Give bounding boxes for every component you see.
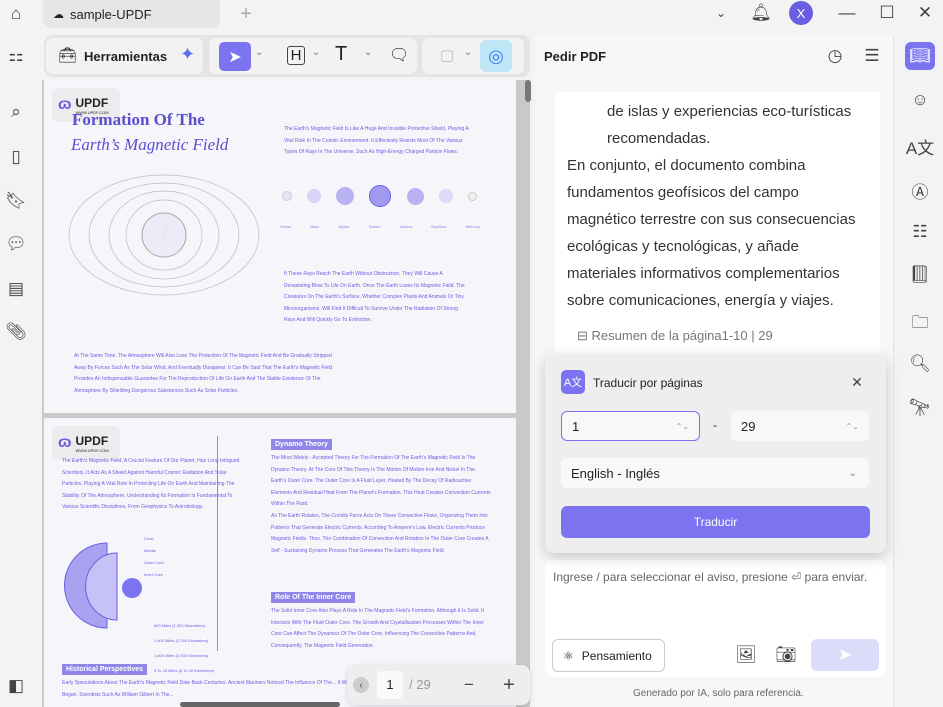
- comment-icon[interactable]: 💬︎: [4, 232, 28, 256]
- maximize-button[interactable]: ☐: [876, 2, 898, 24]
- language-select[interactable]: English - Inglés ⌄: [561, 458, 869, 488]
- ai-sparkle-icon[interactable]: ✦: [180, 44, 195, 65]
- planet-labels: Venus Mars Jupiter Saturn Uranus Neptune Mercu…: [280, 224, 480, 229]
- layer-labels: Crust Mantle Outer Core Inner Core: [144, 536, 164, 577]
- edit-group: ➤ ⌄ H ⌄ T ⌄ 🗨︎: [209, 38, 417, 74]
- chat-input-box[interactable]: Ingrese / para seleccionar el aviso, pre…: [545, 560, 886, 677]
- section-heading: Role Of The Inner Core: [271, 586, 356, 604]
- text-tool-icon[interactable]: T: [335, 43, 347, 66]
- range-separator: -: [713, 418, 717, 432]
- translate-pages-dialog: A文 Traducir por páginas ✕ 1 ⌃⌄ - 29 ⌃⌄ Eng…: [545, 354, 886, 553]
- new-tab-button[interactable]: +: [234, 2, 258, 26]
- horizontal-scrollbar[interactable]: [180, 702, 340, 707]
- translate-button[interactable]: Traducir: [561, 506, 870, 538]
- translate-icon: A文: [561, 370, 585, 394]
- chevron-down-icon[interactable]: ⌄: [312, 47, 320, 58]
- chat-input-placeholder[interactable]: Ingrese / para seleccionar el aviso, pre…: [553, 570, 867, 584]
- apps-icon[interactable]: ⚏: [4, 44, 28, 68]
- toolbox-icon: 🧰︎: [58, 47, 78, 64]
- summary-icon: ⊟: [577, 328, 592, 343]
- chevron-down-icon: ⌄: [848, 467, 857, 479]
- earth-layers-diagram: [64, 542, 142, 629]
- home-icon[interactable]: ⌂: [4, 2, 28, 26]
- avatar[interactable]: X: [789, 1, 813, 25]
- chevron-down-icon[interactable]: ⌄: [710, 2, 732, 24]
- summarize-icon[interactable]: ☷: [897, 222, 943, 242]
- vertical-scrollbar[interactable]: [525, 80, 531, 102]
- send-button[interactable]: ➤: [811, 639, 879, 671]
- attachment-list-icon[interactable]: ▤: [4, 277, 28, 301]
- previous-page-button[interactable]: ‹: [353, 677, 369, 693]
- bell-icon[interactable]: 🔔︎: [750, 2, 772, 24]
- summary-reference[interactable]: ⊟ Resumen de la página1-10 | 29: [567, 322, 868, 349]
- magnetic-field-diagram: [68, 174, 260, 296]
- settings-sliders-icon[interactable]: ☰: [861, 45, 883, 67]
- dialog-title: Traducir por páginas: [593, 376, 703, 390]
- page-navigator: ‹ 1 / 29 − +: [347, 665, 530, 705]
- extra-group: ▢ ⌄ ◎: [422, 38, 524, 74]
- minimize-button[interactable]: —: [836, 2, 858, 24]
- document-tab[interactable]: ☁ sample-UPDF: [43, 0, 220, 28]
- select-tool-button[interactable]: ➤: [219, 42, 251, 71]
- ai-search-icon[interactable]: 🔍︎: [897, 354, 943, 374]
- close-icon[interactable]: ✕: [847, 372, 867, 392]
- stamp-icon[interactable]: ▢: [440, 46, 454, 64]
- paperclip-icon[interactable]: 📎︎: [4, 320, 28, 344]
- divider: [217, 436, 218, 651]
- knowledge-book-icon[interactable]: 📕︎: [897, 265, 943, 285]
- ask-pdf-icon[interactable]: 📖︎: [905, 42, 935, 70]
- translate-text-icon[interactable]: A文: [897, 134, 943, 159]
- pdf-page-2: ɷ UPDF WWW.UPDF.COM The Earth's Magnetic F…: [44, 418, 516, 707]
- cloud-icon: ☁: [53, 8, 64, 21]
- comment-tool-icon[interactable]: 🗨︎: [389, 45, 409, 65]
- chevron-down-icon[interactable]: ⌄: [364, 47, 372, 58]
- image-ai-icon[interactable]: 🖼︎: [735, 644, 757, 666]
- page-subtitle: Earth’s Magnetic Field: [71, 135, 229, 154]
- chat-bot-icon[interactable]: ☺: [897, 90, 943, 110]
- paragraph: The Most Widely - Accepted Theory For Th…: [271, 455, 491, 507]
- tools-button[interactable]: Herramientas: [84, 49, 167, 64]
- page-number-input[interactable]: 1: [377, 671, 403, 699]
- paragraph: If These Rays Reach The Earth Without Ob…: [284, 271, 465, 323]
- page-title: Formation Of The: [72, 110, 205, 129]
- chat-message: de islas y experiencias eco-turísticas r…: [555, 92, 880, 362]
- from-page-stepper[interactable]: 1 ⌃⌄: [561, 411, 700, 441]
- layers-icon[interactable]: ◧: [4, 674, 28, 698]
- atom-icon: ⚛: [563, 648, 574, 663]
- close-window-button[interactable]: ✕: [914, 2, 936, 24]
- screenshot-icon[interactable]: 📷︎: [775, 644, 797, 666]
- page-thumbnails-icon[interactable]: ▯: [4, 145, 28, 169]
- zoom-in-button[interactable]: +: [499, 674, 519, 696]
- history-icon[interactable]: ◷: [824, 45, 846, 67]
- chevron-down-icon[interactable]: ⌄: [255, 47, 263, 58]
- depth-labels: 800 Miles (1,300 Kilometers) 1,400 Miles …: [154, 623, 215, 673]
- telescope-icon[interactable]: 🔭︎: [897, 398, 943, 418]
- paragraph: The Earth's Magnetic Field Is Like A Hug…: [284, 126, 469, 155]
- planet-row: [282, 185, 477, 207]
- folder-ai-icon[interactable]: 🗀: [897, 310, 943, 339]
- section-heading: Dynamo Theory: [271, 433, 332, 451]
- translate-page-icon[interactable]: Ⓐ: [897, 178, 943, 203]
- toolbar: 🧰︎ Herramientas ✦ ➤ ⌄ H ⌄ T ⌄ 🗨︎ ▢ ⌄ ◎: [44, 35, 530, 77]
- heading-tool-icon[interactable]: H: [287, 46, 305, 65]
- section-heading: Historical Perspectives: [62, 658, 148, 676]
- to-page-stepper[interactable]: 29 ⌃⌄: [731, 411, 869, 441]
- ai-disclaimer: Generado por IA, solo para referencia.: [633, 688, 804, 699]
- chevron-down-icon[interactable]: ⌄: [464, 47, 472, 58]
- pdf-page-1: ɷ UPDF WWW.UPDF.COM Formation Of The Earth…: [44, 80, 516, 413]
- ai-assistant-icon[interactable]: ◎: [480, 40, 512, 72]
- zoom-out-button[interactable]: −: [459, 675, 479, 695]
- panel-title: Pedir PDF: [544, 49, 607, 64]
- search-icon[interactable]: ⌕: [4, 100, 28, 124]
- thinking-toggle[interactable]: ⚛ Pensamiento: [552, 639, 665, 672]
- paragraph: As The Earth Rotates, The Coriolis Force…: [271, 513, 489, 554]
- page-total: / 29: [409, 677, 431, 692]
- bookmark-icon[interactable]: 🔖︎: [4, 189, 28, 213]
- updf-logo: ɷ UPDF WWW.UPDF.COM: [52, 426, 120, 460]
- paragraph: At The Same Time, The Atmosphere Will Al…: [74, 353, 333, 394]
- tools-group: 🧰︎ Herramientas ✦: [46, 38, 203, 74]
- paragraph: The Solid Inner Core Also Plays A Role I…: [271, 608, 484, 649]
